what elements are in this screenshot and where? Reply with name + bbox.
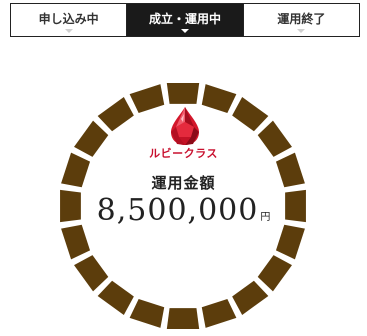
- ring-segment: [232, 97, 269, 132]
- ring-segment: [97, 97, 134, 132]
- ring-segment: [201, 84, 237, 114]
- ring-segment: [166, 308, 200, 329]
- ring-segment: [74, 120, 109, 157]
- ring-segment: [61, 152, 91, 188]
- ring-segment: [129, 84, 165, 114]
- ring-segment: [275, 152, 305, 188]
- ring-segment: [61, 224, 91, 260]
- ring-segment: [201, 298, 237, 328]
- progress-ring: [60, 83, 306, 329]
- ruby-gem-icon: [171, 107, 199, 145]
- ring-segment: [232, 280, 269, 315]
- ring-segment: [257, 255, 292, 292]
- ring-segment: [129, 298, 165, 328]
- ring-segment: [166, 83, 200, 104]
- ring-segment: [97, 280, 134, 315]
- ring-segment: [275, 224, 305, 260]
- ring-segment: [60, 189, 81, 223]
- ring-segment: [257, 120, 292, 157]
- ring-segment: [74, 255, 109, 292]
- ring-segment: [285, 189, 306, 223]
